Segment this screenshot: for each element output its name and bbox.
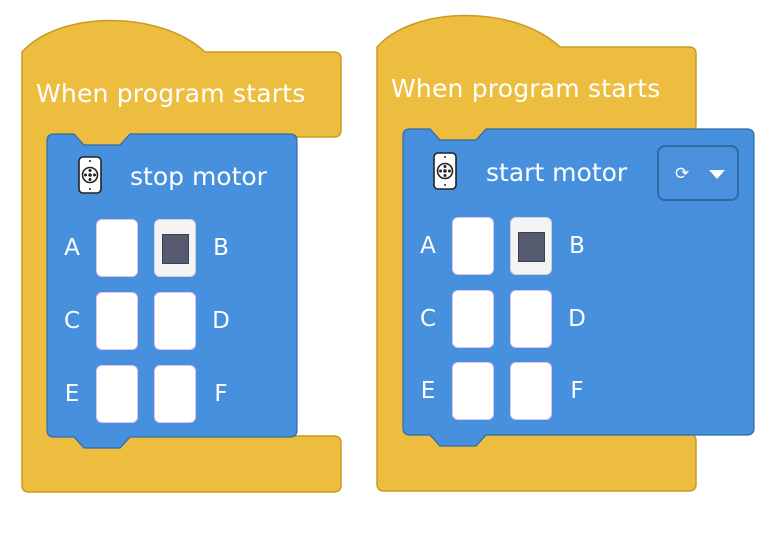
port-f-toggle[interactable] xyxy=(510,362,552,420)
port-label-f: F xyxy=(570,378,584,404)
port-label-b: B xyxy=(569,233,585,259)
port-label-e: E xyxy=(420,378,436,404)
port-label-d: D xyxy=(568,306,586,332)
script-start-motor: When program starts start motor ⟳ A B C … xyxy=(0,0,778,534)
clockwise-icon: ⟳ xyxy=(675,164,690,184)
port-d-toggle[interactable] xyxy=(510,290,552,348)
start-motor-block[interactable] xyxy=(0,0,778,534)
direction-dropdown[interactable]: ⟳ xyxy=(657,145,739,201)
motor-icon xyxy=(433,152,457,190)
port-selected-indicator xyxy=(518,232,545,262)
port-label-a: A xyxy=(420,233,436,259)
port-a-toggle[interactable] xyxy=(452,217,494,275)
port-c-toggle[interactable] xyxy=(452,290,494,348)
dropdown-caret-icon xyxy=(709,170,725,179)
port-b-toggle[interactable] xyxy=(510,217,552,275)
port-e-toggle[interactable] xyxy=(452,362,494,420)
block-label: start motor xyxy=(486,158,628,187)
port-label-c: C xyxy=(419,306,437,332)
